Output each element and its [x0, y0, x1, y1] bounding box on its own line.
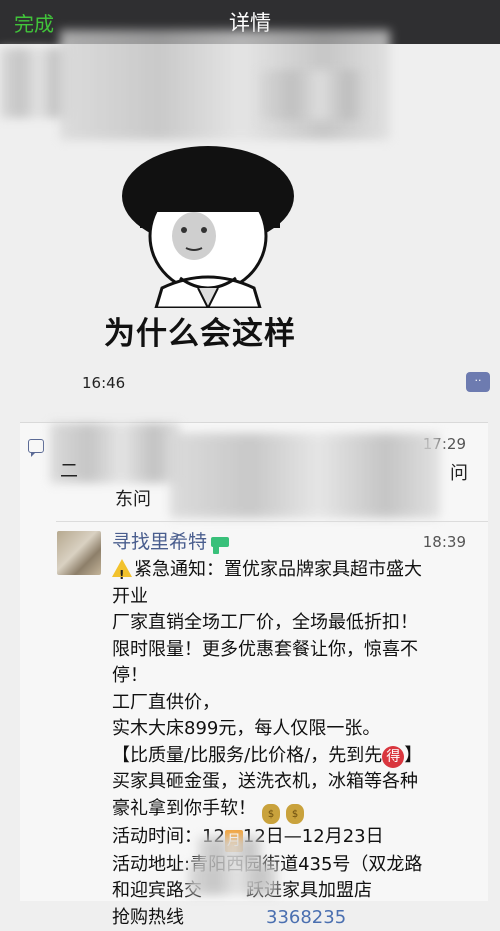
comment-fragment: 东问	[115, 485, 151, 511]
blurred-region-phone	[188, 863, 278, 895]
message-line: 活动地址:青阳西园街道435号（双龙路	[112, 852, 472, 879]
message-line: 停！	[112, 663, 472, 690]
blurred-region-comment	[170, 433, 440, 518]
message-line: 活动时间：12月12日—12月23日	[112, 824, 472, 852]
message-line: 工厂直供价，	[112, 690, 472, 717]
message-line: 厂家直销全场工厂价，全场最低折扣！	[112, 610, 472, 637]
divider	[56, 521, 488, 522]
comment-bubble-icon[interactable]: ··	[466, 372, 490, 392]
money-bag-icon: $	[262, 804, 280, 824]
done-button[interactable]: 完成	[14, 8, 54, 37]
message-line: 豪礼拿到你手软！$$	[112, 796, 472, 824]
de-badge-icon: 得	[382, 746, 404, 768]
water-gun-icon	[211, 537, 229, 547]
message-line: 抢购热线3368235	[112, 905, 472, 931]
message-line: 和迎宾路交跃进家具加盟店	[112, 878, 472, 905]
comment-icon	[28, 439, 44, 453]
message-line: 【比质量/比服务/比价格/，先到先得】	[112, 743, 472, 770]
comment-fragment: 二	[60, 457, 78, 483]
comments-panel: 17:29 二 问 东问 寻找里希特 18:39 紧急通知：置优家品牌家具超市盛…	[20, 422, 488, 901]
message-line: 限时限量！更多优惠套餐让你，惊喜不	[112, 637, 472, 664]
meme-image[interactable]: 为什么会这样	[100, 138, 320, 368]
username[interactable]: 寻找里希特	[112, 527, 229, 554]
message-body: 紧急通知：置优家品牌家具超市盛大 开业 厂家直销全场工厂价，全场最低折扣！ 限时…	[112, 557, 472, 931]
phone-number[interactable]: 3368235	[266, 907, 346, 928]
message-line: 开业	[112, 584, 472, 611]
money-bag-icon: $	[286, 804, 304, 824]
message-line: 实木大床899元，每人仅限一张。	[112, 716, 472, 743]
message-time: 18:39	[423, 533, 466, 551]
meme-caption: 为什么会这样	[104, 308, 324, 353]
warning-icon	[112, 559, 132, 577]
username-text: 寻找里希特	[112, 531, 207, 553]
post-time: 16:46	[82, 374, 125, 392]
blurred-region-top	[260, 70, 370, 120]
comment-fragment: 问	[450, 459, 468, 485]
avatar[interactable]	[57, 531, 101, 575]
message-line: 买家具砸金蛋，送洗衣机，冰箱等各种	[112, 769, 472, 796]
meme-face-illustration	[100, 138, 320, 308]
message-line: 紧急通知：置优家品牌家具超市盛大	[112, 557, 472, 584]
